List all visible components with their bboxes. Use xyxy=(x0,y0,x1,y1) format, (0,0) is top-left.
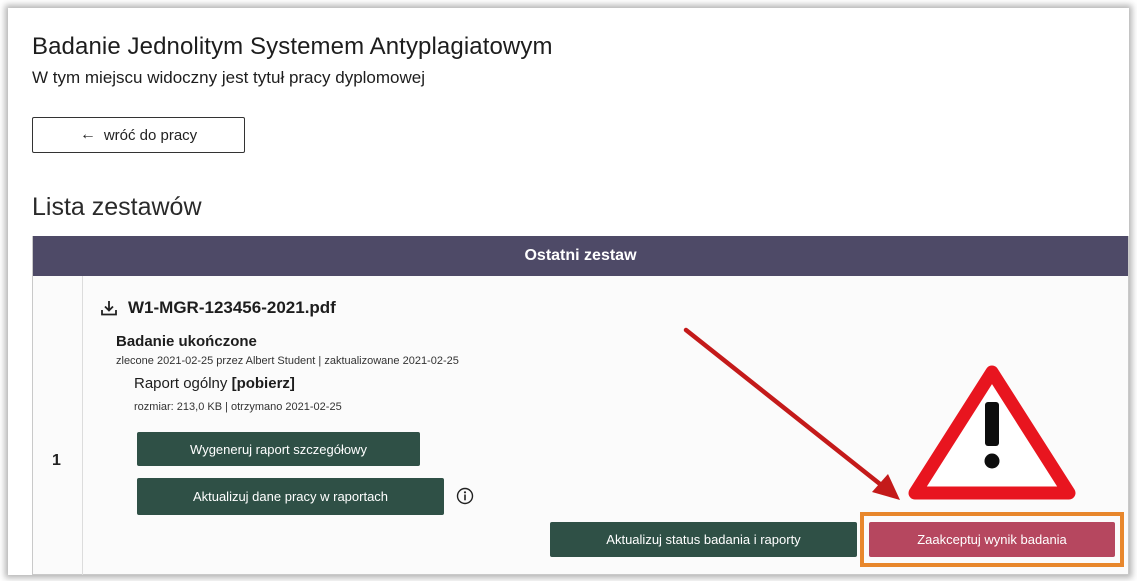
update-thesis-data-button[interactable]: Aktualizuj dane pracy w raportach xyxy=(137,478,444,515)
order-meta: zlecone 2021-02-25 przez Albert Student … xyxy=(116,355,459,367)
back-to-thesis-button[interactable]: ← wróć do pracy xyxy=(32,117,245,153)
thesis-title: W tym miejscu widoczny jest tytuł pracy … xyxy=(32,68,426,87)
download-icon[interactable] xyxy=(100,299,118,317)
section-title: Lista zestawów xyxy=(32,193,202,221)
accept-highlight-frame: Zaakceptuj wynik badania xyxy=(860,512,1124,567)
general-report: Raport ogólny [pobierz] xyxy=(134,375,295,392)
row-number: 1 xyxy=(52,452,61,469)
generate-detailed-report-button[interactable]: Wygeneruj raport szczegółowy xyxy=(137,432,420,466)
general-report-label: Raport ogólny xyxy=(134,375,228,392)
report-meta: rozmiar: 213,0 KB | otrzymano 2021-02-25 xyxy=(134,401,342,413)
back-button-label: wróć do pracy xyxy=(103,126,198,144)
arrow-left-icon: ← xyxy=(79,126,96,143)
update-status-button[interactable]: Aktualizuj status badania i raporty xyxy=(550,522,857,557)
accept-result-button[interactable]: Zaakceptuj wynik badania xyxy=(869,522,1115,557)
row-number-column: 1 xyxy=(33,276,83,575)
table-header: Ostatni zestaw xyxy=(33,236,1128,276)
file-download-link[interactable]: W1-MGR-123456-2021.pdf xyxy=(100,298,336,318)
download-report-link[interactable]: [pobierz] xyxy=(232,375,295,392)
page-title: Badanie Jednolitym Systemem Antyplagiato… xyxy=(32,33,553,60)
file-name[interactable]: W1-MGR-123456-2021.pdf xyxy=(128,298,336,318)
info-icon[interactable] xyxy=(456,487,474,505)
status-label: Badanie ukończone xyxy=(116,333,257,350)
